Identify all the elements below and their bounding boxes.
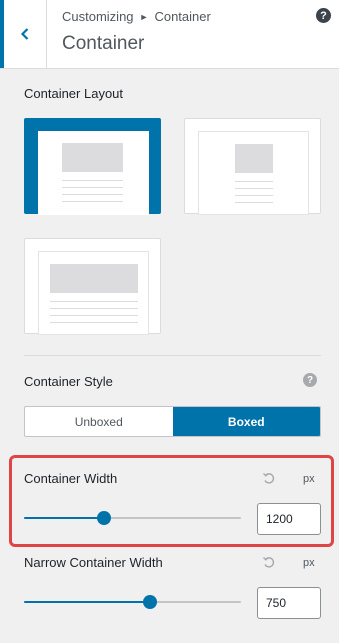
layout-option-full-width-boxed[interactable] (24, 118, 161, 215)
reset-icon[interactable] (262, 555, 276, 569)
narrow-container-width-label: Narrow Container Width (24, 555, 163, 570)
slider-thumb[interactable] (97, 511, 112, 525)
slider-fill (24, 601, 150, 603)
breadcrumb-current: Container (154, 9, 211, 24)
narrow-container-width-slider[interactable] (24, 595, 241, 609)
help-icon[interactable]: ? (316, 8, 331, 23)
preview-line (50, 301, 138, 302)
preview-line (50, 315, 138, 316)
layout-preview (38, 251, 149, 335)
breadcrumb-root: Customizing (62, 9, 134, 24)
breadcrumb-separator-icon: ► (139, 11, 149, 22)
preview-line (62, 194, 123, 195)
preview-line (235, 181, 273, 182)
preview-line (50, 308, 138, 309)
layout-option-narrow[interactable] (24, 238, 161, 335)
preview-line (235, 195, 273, 196)
container-style-toggle: Unboxed Boxed (24, 406, 321, 437)
preview-block (235, 144, 273, 173)
container-width-slider[interactable] (24, 511, 241, 525)
container-layout-label: Container Layout (24, 86, 124, 101)
panel-header: Customizing ► Container Container ? (0, 0, 339, 69)
preview-block (62, 143, 123, 172)
container-width-label: Container Width (24, 471, 118, 486)
unboxed-button[interactable]: Unboxed (25, 407, 173, 436)
unit-label: px (303, 473, 315, 485)
boxed-button[interactable]: Boxed (172, 407, 320, 436)
help-icon[interactable]: ? (303, 373, 317, 387)
slider-fill (24, 517, 105, 519)
container-style-label: Container Style (24, 374, 113, 389)
layout-preview (38, 131, 149, 215)
section-divider (24, 355, 321, 356)
unit-label: px (303, 557, 315, 569)
container-width-input[interactable] (257, 503, 321, 535)
preview-line (62, 187, 123, 188)
reset-icon[interactable] (262, 471, 276, 485)
narrow-container-width-input[interactable] (257, 587, 321, 619)
preview-line (62, 180, 123, 181)
layout-preview (198, 131, 309, 215)
preview-block (50, 264, 138, 293)
slider-thumb[interactable] (142, 595, 157, 609)
breadcrumb: Customizing ► Container (62, 9, 211, 24)
back-button[interactable] (0, 0, 47, 68)
page-title: Container (62, 33, 145, 54)
preview-line (235, 202, 273, 203)
preview-line (62, 201, 123, 202)
layout-option-contained[interactable] (184, 118, 321, 215)
preview-line (235, 188, 273, 189)
chevron-left-icon (20, 28, 29, 40)
preview-line (50, 322, 138, 323)
